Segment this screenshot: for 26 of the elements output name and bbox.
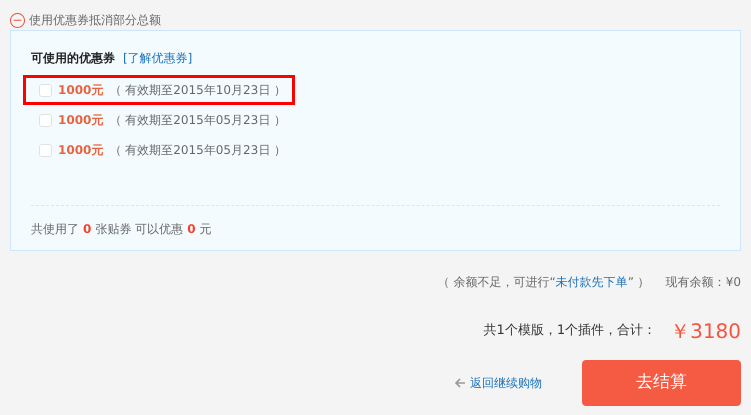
total-amount: ￥3180: [670, 318, 741, 345]
summary-text: 元: [200, 221, 212, 238]
help-link[interactable]: [了解优惠券]: [123, 49, 192, 67]
coupon-validity: （ 有效期至2015年10月23日 ）: [109, 82, 286, 99]
pay-later-link[interactable]: 未付款先下单: [556, 275, 628, 289]
balance-label: 现有余额：¥0: [666, 274, 741, 291]
left-arrow-icon: [455, 378, 466, 388]
coupon-amount: 1000元: [58, 82, 104, 99]
coupon-checkbox[interactable]: [39, 84, 52, 96]
collapse-icon[interactable]: −: [10, 12, 25, 28]
balance-note: （ 余额不足，可进行“未付款先下单” ）: [438, 274, 650, 291]
coupon-amount: 1000元: [58, 112, 104, 129]
summary-count: 0: [83, 221, 92, 238]
coupon-checkbox[interactable]: [39, 144, 52, 156]
coupon-checkbox[interactable]: [39, 114, 52, 126]
summary-text: 共使用了: [31, 221, 79, 238]
back-link[interactable]: 返回继续购物: [455, 374, 542, 392]
coupon-validity: （ 有效期至2015年05月23日 ）: [109, 112, 286, 129]
checkout-button[interactable]: 去结算: [582, 360, 741, 406]
panel-title: 可使用的优惠券: [31, 50, 115, 67]
coupon-amount: 1000元: [58, 142, 104, 159]
coupon-validity: （ 有效期至2015年05月23日 ）: [109, 142, 286, 159]
section-toggle-label: 使用优惠券抵消部分总额: [29, 12, 161, 29]
summary-count: 0: [187, 221, 196, 238]
summary-text: 张贴券 可以优惠: [95, 221, 184, 238]
total-label: 共1个模版，1个插件，合计：: [484, 322, 656, 340]
